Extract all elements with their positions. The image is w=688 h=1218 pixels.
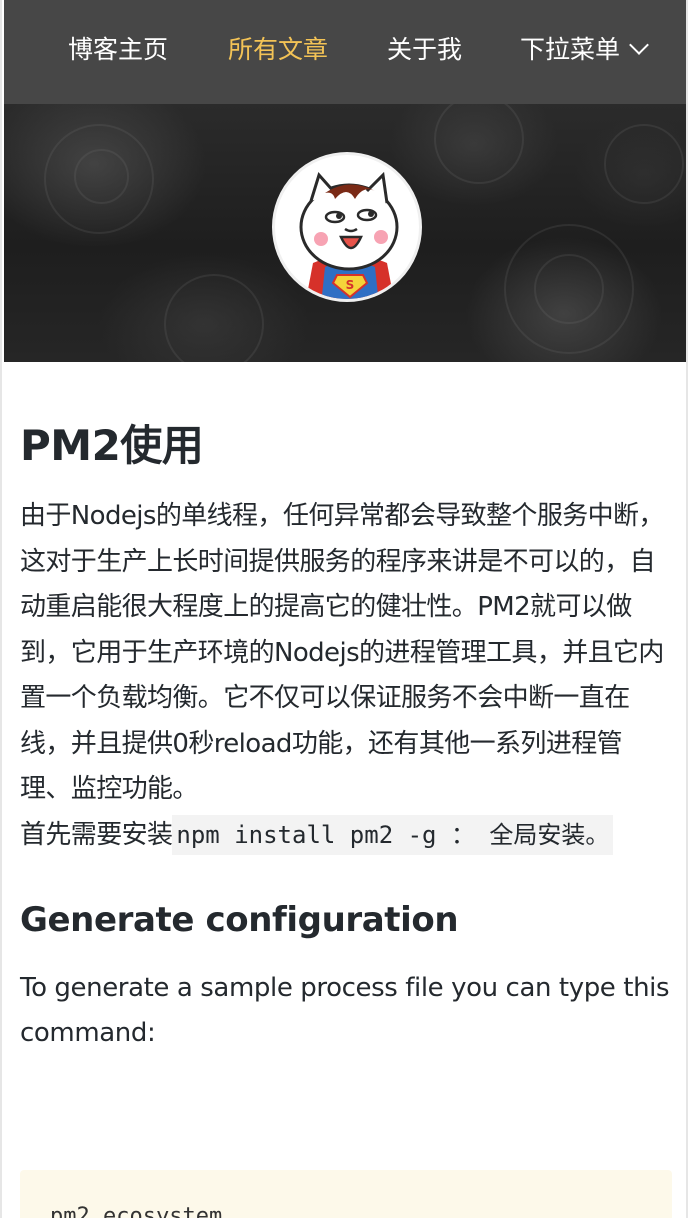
nav-item-blog-home[interactable]: 博客主页 <box>68 30 168 70</box>
article-intro: 由于Nodejs的单线程，任何异常都会导致整个服务中断，这对于生产上长时间提供服… <box>20 501 664 804</box>
code-block: pm2 ecosystem <box>20 1170 672 1218</box>
rose-decoration <box>164 274 264 362</box>
hero-banner: S <box>4 104 686 362</box>
install-paragraph: 首先需要安装 npm install pm2 -g ： 全局安装。 <box>20 813 672 858</box>
page-frame: 博客主页 所有文章 关于我 下拉菜单 S PM2使用 由于Nodejs的单线程，… <box>0 0 688 1218</box>
section-text: To generate a sample process file you ca… <box>20 972 670 1048</box>
rose-decoration <box>434 104 524 184</box>
section-heading: Generate configuration <box>20 899 459 940</box>
rose-decoration <box>74 149 129 204</box>
nav-item-all-articles[interactable]: 所有文章 <box>228 30 328 70</box>
nav-item-dropdown-menu[interactable]: 下拉菜单 <box>520 30 649 70</box>
code-block-text: pm2 ecosystem <box>50 1204 223 1218</box>
dropdown-menu-label: 下拉菜单 <box>520 35 621 64</box>
article-title: PM2使用 <box>20 421 204 470</box>
install-prefix: 首先需要安装 <box>20 819 173 850</box>
avatar[interactable]: S <box>272 152 422 302</box>
nav-item-about-me[interactable]: 关于我 <box>387 30 462 70</box>
svg-text:S: S <box>346 278 355 292</box>
top-nav: 博客主页 所有文章 关于我 下拉菜单 <box>4 0 686 104</box>
article-content: PM2使用 由于Nodejs的单线程，任何异常都会导致整个服务中断，这对于生产上… <box>20 362 672 1218</box>
rose-decoration <box>604 124 684 204</box>
chevron-down-icon <box>629 35 649 55</box>
superman-cat-avatar-icon: S <box>299 171 399 299</box>
install-code: npm install pm2 -g ： 全局安装。 <box>172 814 614 855</box>
rose-decoration <box>534 254 604 324</box>
